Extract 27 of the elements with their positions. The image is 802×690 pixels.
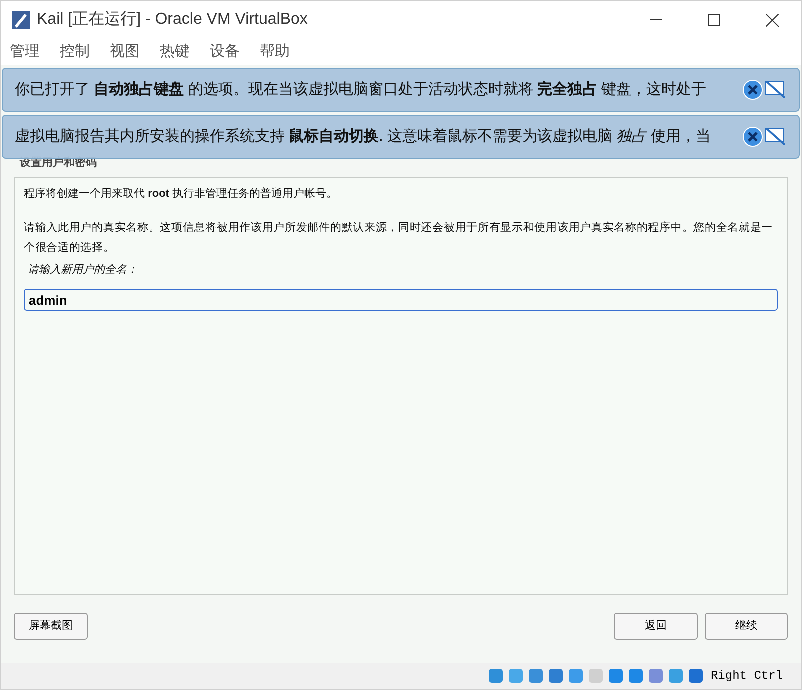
minimize-icon [650,19,662,21]
notification-text: 你已打开了 自动独占键盘 的选项。现在当该虚拟电脑窗口处于活动状态时就将 完全独占 键盘，这时处于 [15,80,708,100]
host-key-label: Right Ctrl [710,668,783,685]
close-button[interactable] [743,80,763,100]
intro-text: 程序将创建一个用来取代 root 执行非管理任务的普通用户帐号。 [24,186,339,202]
window-title: Kail [正在运行] - Oracle VM VirtualBox [37,10,308,30]
continue-button[interactable]: 继续 [705,613,788,640]
close-icon [748,85,758,95]
back-button[interactable]: 返回 [614,613,698,640]
maximize-icon [708,14,720,26]
menu-item[interactable]: 视图 [110,40,140,64]
do-not-show-icon[interactable] [765,127,787,147]
notification-text: 虚拟电脑报告其内所安装的操作系统支持 鼠标自动切换. 这意味着鼠标不需要为该虚拟电脑 独占 使用，当 [15,126,712,147]
prompt-label: 请输入新用户的全名： [28,262,139,278]
do-not-show-icon[interactable] [765,80,787,100]
menu-item[interactable]: 管理 [10,40,40,64]
screenshot-button[interactable]: 屏幕截图 [14,613,88,640]
close-button[interactable] [743,127,763,147]
description-text: 请输入此用户的真实名称。这项信息将被用作该用户所发邮件的默认来源，同时还会被用于所有显示和使用该用户真实名称的程序中。您的全名就是一个很合适的选择。 [24,220,774,256]
menu-item[interactable]: 设备 [210,40,240,64]
close-icon [748,132,758,142]
menu-item[interactable]: 控制 [60,40,90,64]
menu-item[interactable]: 热键 [160,40,190,64]
menu-item[interactable]: 帮助 [260,40,290,64]
close-icon [766,14,778,26]
full-name-field[interactable]: admin [24,289,778,311]
app-icon [11,10,31,30]
